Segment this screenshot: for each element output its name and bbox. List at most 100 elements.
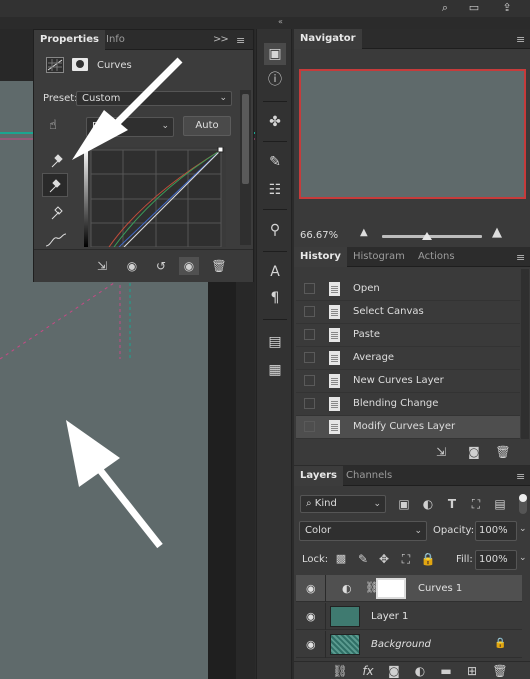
link-layers-icon[interactable]: ⛓ (330, 662, 350, 679)
clip-to-layer-icon[interactable]: ⇲ (92, 257, 112, 275)
layer-row[interactable]: ◉ Background 🔒 (296, 631, 522, 658)
reset-icon[interactable]: ↺ (151, 257, 171, 275)
tab-properties[interactable]: Properties (34, 30, 105, 50)
history-tab-row: History Histogram Actions ≡ (294, 247, 530, 267)
lock-all-icon[interactable]: 🔒 (418, 550, 438, 568)
trash-icon[interactable]: 🗑 (490, 662, 510, 679)
layer-filter-select[interactable]: ⌕ Kind ⌄ (300, 495, 386, 513)
layer-row[interactable]: ◉ ◐ ⛓ Curves 1 (296, 575, 522, 602)
layer-mask-thumbnail[interactable] (376, 578, 406, 599)
zoom-in-icon[interactable]: ▲ (492, 225, 502, 240)
notes-icon[interactable]: ▤ (264, 331, 286, 353)
share-icon[interactable]: ⇪ (500, 1, 514, 15)
view-previous-state-icon[interactable]: ◉ (122, 257, 142, 275)
lock-transparent-pixels-icon[interactable]: ▩ (331, 550, 351, 568)
paragraph-icon[interactable]: ¶ (264, 287, 286, 309)
panel-menu-icon[interactable]: ≡ (516, 33, 525, 46)
clone-source-icon[interactable]: ⚲ (264, 219, 286, 241)
lock-artboard-icon[interactable]: ⛶ (396, 550, 416, 568)
3d-cube-icon[interactable]: ▣ (264, 43, 286, 65)
tab-info[interactable]: Info (100, 30, 131, 50)
fill-label: Fill: (456, 554, 473, 565)
add-mask-icon[interactable]: ◙ (384, 662, 404, 679)
blend-mode-select[interactable]: Color ⌄ (299, 521, 427, 541)
document-icon (329, 397, 340, 411)
filter-toggle[interactable] (519, 494, 527, 514)
gray-point-eyedropper-icon[interactable] (42, 173, 68, 197)
new-adjustment-layer-icon[interactable]: ◐ (410, 662, 430, 679)
glyphs-icon[interactable]: ▦ (264, 359, 286, 381)
new-document-from-state-icon[interactable]: ⇲ (431, 443, 451, 461)
zoom-level[interactable]: 66.67% (300, 230, 338, 241)
adjustment-layer-filter-icon[interactable]: ◐ (418, 495, 438, 513)
visibility-eye-icon[interactable]: ◉ (306, 610, 316, 623)
fx-icon[interactable]: fx (358, 662, 378, 679)
lock-image-pixels-icon[interactable]: ✎ (353, 550, 373, 568)
search-icon[interactable]: ⌕ (438, 1, 452, 15)
chevron-down-icon[interactable]: ⌄ (519, 524, 527, 534)
layer-thumbnail[interactable] (330, 634, 360, 655)
tab-layers[interactable]: Layers (294, 466, 343, 486)
lock-position-icon[interactable]: ✥ (374, 550, 394, 568)
chevron-down-icon[interactable]: ⌄ (519, 553, 527, 563)
history-item[interactable]: Open (296, 278, 520, 301)
layer-name[interactable]: Layer 1 (371, 603, 408, 630)
preset-select[interactable]: Custom ⌄ (76, 91, 232, 106)
history-item-label: Paste (353, 329, 380, 340)
tab-actions[interactable]: Actions (412, 247, 461, 267)
expand-panel-icon[interactable]: >> (213, 34, 229, 45)
tab-navigator[interactable]: Navigator (294, 29, 362, 49)
trash-icon[interactable]: 🗑 (209, 257, 229, 275)
shape-layer-filter-icon[interactable]: ⛶ (466, 495, 486, 513)
visibility-eye-icon[interactable]: ◉ (306, 638, 316, 651)
history-item[interactable]: Blending Change (296, 393, 520, 416)
trash-icon[interactable]: 🗑 (493, 443, 513, 461)
curves-graph[interactable] (84, 147, 226, 247)
layer-mask-icon[interactable] (72, 58, 88, 71)
history-scrollbar[interactable] (521, 269, 529, 439)
black-point-eyedropper-icon[interactable] (44, 148, 70, 172)
layer-thumbnail[interactable] (330, 606, 360, 627)
zoom-slider-handle[interactable] (422, 232, 432, 240)
tab-history[interactable]: History (294, 247, 347, 267)
opacity-input[interactable]: 100% (475, 521, 517, 541)
white-point-eyedropper-icon[interactable] (44, 200, 70, 224)
scroll-thumb[interactable] (242, 94, 249, 184)
pixel-layer-filter-icon[interactable]: ▣ (394, 495, 414, 513)
smart-object-filter-icon[interactable]: ▤ (490, 495, 510, 513)
tab-channels[interactable]: Channels (340, 466, 398, 486)
camera-snapshot-icon[interactable]: ◙ (464, 443, 484, 461)
history-item[interactable]: New Curves Layer (296, 370, 520, 393)
channel-select[interactable]: R ⌄ (86, 117, 174, 137)
on-image-adjust-icon[interactable]: ☝ (40, 114, 66, 138)
collapse-panels-icon[interactable]: « (278, 17, 283, 29)
navigator-preview[interactable] (299, 69, 526, 199)
layer-name[interactable]: Background (371, 631, 431, 658)
visibility-eye-icon[interactable]: ◉ (179, 257, 199, 275)
info-icon[interactable]: ⓘ (264, 69, 286, 91)
history-item[interactable]: Select Canvas (296, 301, 520, 324)
panel-menu-icon[interactable]: ≡ (516, 470, 525, 483)
history-item-selected[interactable]: Modify Curves Layer (296, 416, 520, 439)
workspace-icon[interactable]: ▭ (467, 1, 481, 15)
layer-name[interactable]: Curves 1 (418, 575, 462, 602)
visibility-eye-icon[interactable]: ◉ (306, 582, 316, 595)
type-layer-filter-icon[interactable]: T (442, 495, 462, 513)
fill-input[interactable]: 100% (475, 550, 517, 570)
properties-scrollbar[interactable] (240, 90, 251, 245)
tab-histogram[interactable]: Histogram (347, 247, 411, 267)
adjustments-icon[interactable]: ☷ (264, 179, 286, 201)
panel-menu-icon[interactable]: ≡ (516, 251, 525, 264)
new-layer-icon[interactable]: ⊞ (462, 662, 482, 679)
history-item[interactable]: Paste (296, 324, 520, 347)
new-group-icon[interactable]: ▬ (436, 662, 456, 679)
swatches-palette-icon[interactable]: ✤ (264, 111, 286, 133)
brush-settings-icon[interactable]: ✎ (264, 151, 286, 173)
character-icon[interactable]: A (264, 261, 286, 283)
panel-menu-icon[interactable]: ≡ (236, 34, 245, 47)
history-item[interactable]: Average (296, 347, 520, 370)
auto-button[interactable]: Auto (183, 116, 231, 136)
layer-row[interactable]: ◉ Layer 1 (296, 603, 522, 630)
zoom-out-icon[interactable]: ▲ (360, 227, 368, 238)
zoom-slider[interactable] (382, 235, 482, 238)
